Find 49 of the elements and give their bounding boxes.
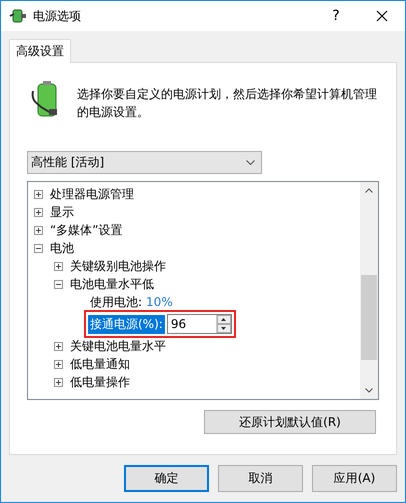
- spin-down-button[interactable]: [216, 324, 231, 333]
- plus-icon: [35, 208, 42, 216]
- description-text: 选择你要自定义的电源计划，然后选择你希望计算机管理的电源设置。: [77, 86, 377, 121]
- plan-dropdown[interactable]: 高性能 [活动]: [27, 151, 262, 174]
- dialog-button[interactable]: 应用(A): [312, 465, 397, 492]
- scroll-thumb[interactable]: [361, 275, 377, 360]
- chevron-down-icon: [246, 160, 255, 165]
- plus-icon: [55, 342, 62, 350]
- expand-toggle[interactable]: [34, 190, 43, 198]
- up-triangle-icon: [221, 318, 226, 321]
- down-triangle-icon: [221, 327, 226, 330]
- window-title: 电源选项: [33, 8, 82, 24]
- tree-item[interactable]: 关键级别电池操作: [70, 258, 166, 274]
- setting-label: 使用电池:: [90, 294, 142, 310]
- dialog-button[interactable]: 确定: [124, 465, 209, 492]
- expand-toggle[interactable]: [34, 208, 43, 216]
- plus-icon: [55, 262, 62, 270]
- spin-up-button[interactable]: [216, 315, 231, 324]
- spin-box[interactable]: 96: [166, 314, 232, 334]
- plus-icon: [55, 360, 62, 368]
- collapse-toggle[interactable]: [54, 280, 63, 288]
- tree-item[interactable]: 低电量操作: [70, 374, 130, 390]
- chevron-up-icon: [365, 188, 373, 193]
- plus-icon: [35, 226, 42, 234]
- tree-item[interactable]: 处理器电源管理: [50, 186, 134, 202]
- close-icon: [376, 10, 388, 22]
- tab[interactable]: 高级设置: [9, 39, 71, 63]
- expand-toggle[interactable]: [54, 342, 63, 350]
- chevron-down-icon: [365, 388, 373, 393]
- dialog-button[interactable]: 取消: [218, 465, 303, 492]
- expand-toggle[interactable]: [34, 226, 43, 234]
- plus-icon: [35, 190, 42, 198]
- setting-value-link[interactable]: 10%: [146, 295, 173, 309]
- tree-item[interactable]: 电池: [50, 240, 74, 256]
- setting-label[interactable]: 接通电源(%):: [88, 314, 165, 334]
- battery-plug-icon: [9, 8, 27, 24]
- plus-icon: [55, 378, 62, 386]
- expand-toggle[interactable]: [54, 262, 63, 270]
- tree-item[interactable]: 关键电池电量水平: [70, 338, 166, 354]
- tree-item[interactable]: 低电量通知: [70, 356, 130, 372]
- tree-item[interactable]: 显示: [50, 204, 74, 220]
- expand-toggle[interactable]: [54, 360, 63, 368]
- tree-item[interactable]: 电池电量水平低: [70, 276, 154, 292]
- scrollbar[interactable]: [360, 182, 378, 399]
- restore-defaults-button[interactable]: 还原计划默认值(R): [204, 410, 376, 434]
- help-button[interactable]: ?: [313, 1, 359, 31]
- tree-item[interactable]: “多媒体”设置: [50, 222, 122, 238]
- collapse-toggle[interactable]: [34, 244, 43, 252]
- expand-toggle[interactable]: [54, 378, 63, 386]
